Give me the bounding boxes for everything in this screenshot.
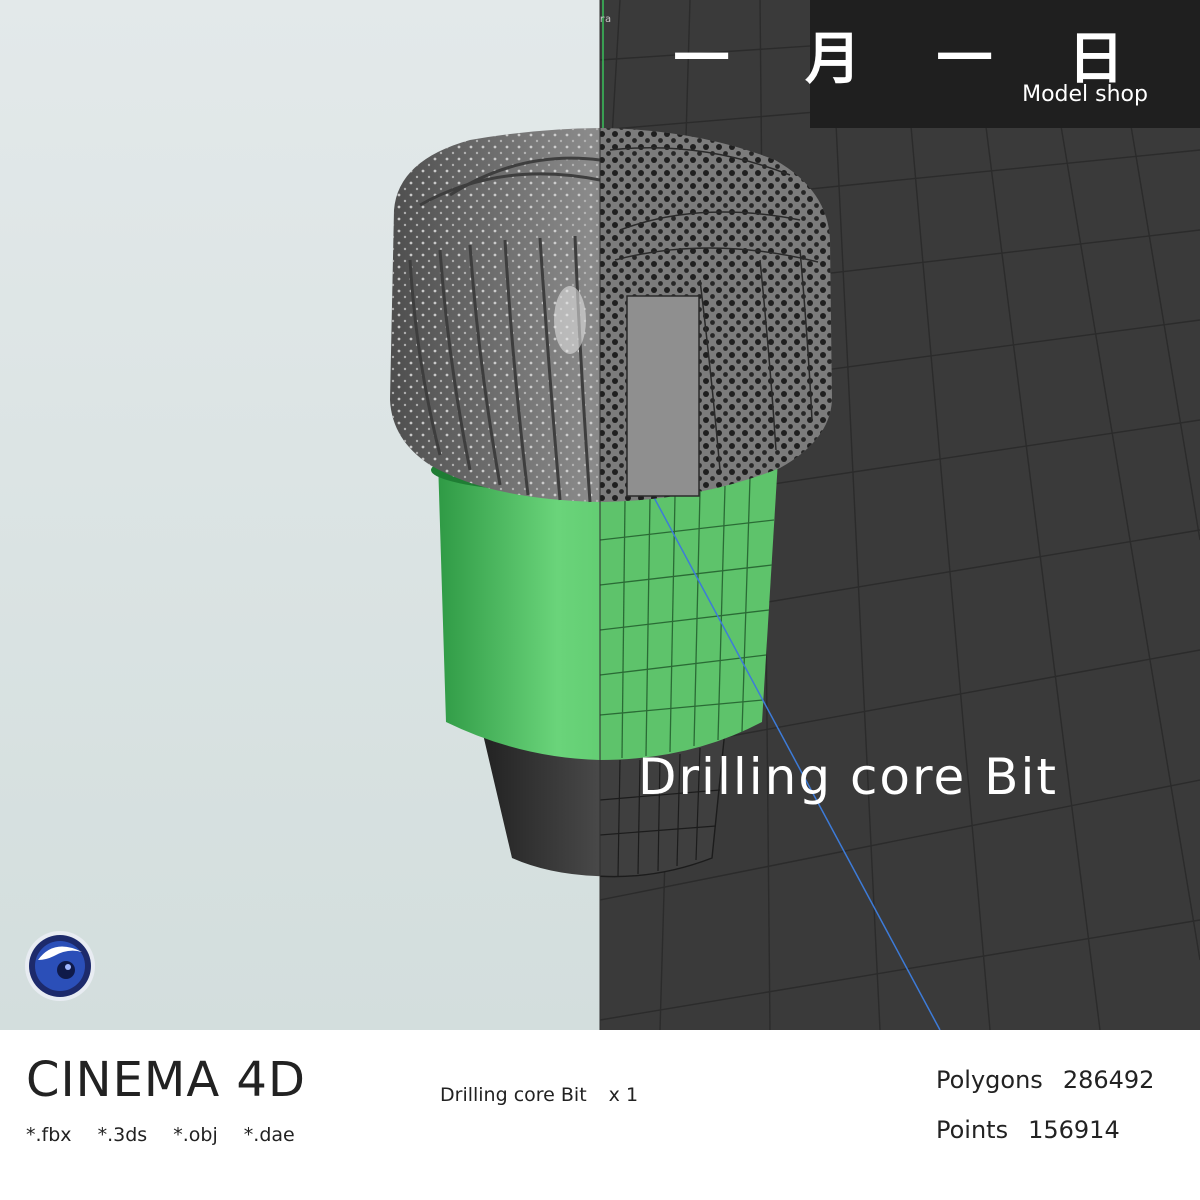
model-scene [0,0,1200,1030]
format-item: *.dae [243,1124,295,1146]
product-quantity: x 1 [608,1084,639,1106]
format-item: *.fbx [26,1124,72,1146]
polygons-label: Polygons [936,1066,1043,1094]
cinema4d-logo-icon [25,931,95,1001]
format-item: *.obj [173,1124,218,1146]
polygons-value: 286492 [1062,1066,1155,1094]
format-list: *.fbx *.3ds *.obj *.dae [26,1124,315,1146]
software-name: CINEMA 4D [26,1052,306,1108]
product-preview: ra 一 月 一 日 Model shop Drilling core Bit … [0,0,1200,1200]
brand-badge: 一 月 一 日 Model shop [674,0,1200,128]
points-stat: Points 156914 [936,1116,1120,1144]
points-value: 156914 [1028,1116,1120,1144]
points-label: Points [936,1116,1009,1144]
brand-subtitle: Model shop [1022,82,1148,107]
format-item: *.3ds [97,1124,148,1146]
product-line: Drilling core Bit x 1 [440,1084,638,1106]
info-footer: CINEMA 4D *.fbx *.3ds *.obj *.dae Drilli… [0,1030,1200,1200]
model-title: Drilling core Bit [638,748,1058,806]
polygons-stat: Polygons 286492 [936,1066,1154,1094]
product-name: Drilling core Bit [440,1084,587,1106]
viewport-camera-label: ra [599,14,612,25]
